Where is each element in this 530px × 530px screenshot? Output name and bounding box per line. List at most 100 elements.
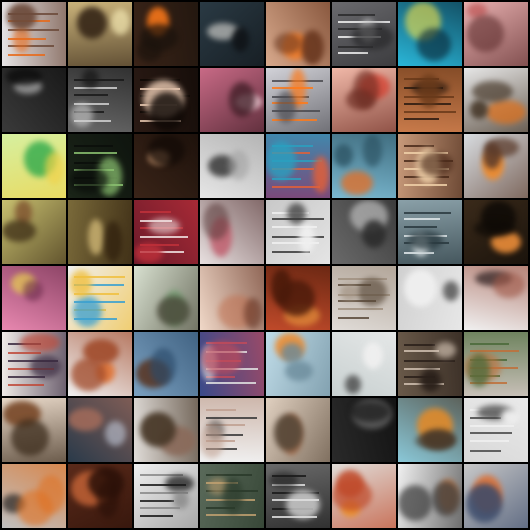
texture-blob <box>77 7 107 39</box>
texture-blob <box>11 419 49 456</box>
texture-blob <box>417 28 451 61</box>
sample-tile <box>266 464 330 528</box>
texture-blob <box>435 342 456 358</box>
sample-tile <box>134 2 198 66</box>
texture-blob <box>7 3 37 30</box>
sample-tile <box>398 200 462 264</box>
texture-blob <box>485 138 519 157</box>
sample-tile <box>398 266 462 330</box>
texture-strip <box>404 226 437 228</box>
sample-tile <box>398 398 462 462</box>
sample-tile <box>464 200 528 264</box>
sample-tile <box>68 398 132 462</box>
texture-blob <box>420 369 441 392</box>
sample-tile <box>398 332 462 396</box>
sample-tile <box>68 2 132 66</box>
sample-tile <box>134 266 198 330</box>
sample-tile <box>2 332 66 396</box>
texture-blob <box>88 219 104 255</box>
sample-tile <box>398 134 462 198</box>
texture-strip <box>140 236 188 238</box>
texture-blob <box>285 361 313 381</box>
texture-blob <box>486 100 526 124</box>
sample-tile <box>332 68 396 132</box>
texture-blob <box>68 408 103 431</box>
texture-strip <box>74 87 117 89</box>
texture-blob <box>299 224 315 253</box>
texture-blob <box>313 156 329 193</box>
sample-tile <box>2 68 66 132</box>
texture-blob <box>363 134 382 167</box>
sample-tile <box>134 134 198 198</box>
texture-blob <box>104 221 122 262</box>
texture-blob <box>70 270 92 297</box>
texture-blob <box>472 81 513 102</box>
texture-blob <box>140 24 178 51</box>
sample-tile <box>266 200 330 264</box>
texture-strip <box>272 186 320 188</box>
texture-strip <box>470 343 509 345</box>
sample-tile <box>398 464 462 528</box>
texture-blob <box>415 433 455 449</box>
texture-strip <box>8 352 41 354</box>
texture-blob <box>278 280 315 316</box>
sample-tile <box>200 398 264 462</box>
texture-blob <box>286 490 320 519</box>
texture-strip <box>404 111 456 113</box>
texture-strip <box>404 344 435 346</box>
texture-blob <box>88 467 124 499</box>
sample-tile <box>68 68 132 132</box>
sample-tile <box>266 134 330 198</box>
sample-tile <box>332 464 396 528</box>
texture-blob <box>148 135 185 166</box>
texture-blob <box>229 82 255 117</box>
texture-blob <box>274 33 301 54</box>
sample-tile <box>134 200 198 264</box>
sample-tile <box>200 200 264 264</box>
texture-strip <box>74 152 117 154</box>
sample-tile <box>332 134 396 198</box>
texture-blob <box>82 69 99 88</box>
sample-tile <box>464 464 528 528</box>
texture-blob <box>276 91 296 123</box>
sample-tile <box>464 134 528 198</box>
texture-strip <box>338 52 368 54</box>
texture-strip <box>470 432 512 434</box>
texture-blob <box>352 24 393 50</box>
texture-blob <box>157 296 190 326</box>
texture-blob <box>404 269 437 307</box>
texture-strip <box>8 54 45 56</box>
texture-blob <box>281 343 303 363</box>
texture-blob <box>474 220 515 237</box>
texture-strip <box>206 417 257 419</box>
sample-tile <box>464 332 528 396</box>
texture-strip <box>272 236 324 238</box>
texture-blob <box>432 481 460 516</box>
texture-blob <box>332 479 372 511</box>
texture-blob <box>398 485 432 521</box>
texture-blob <box>37 475 65 514</box>
texture-strip <box>338 317 369 319</box>
texture-strip <box>74 94 108 96</box>
texture-blob <box>30 355 61 378</box>
texture-strip <box>470 440 509 442</box>
texture-strip <box>140 500 174 502</box>
sample-tile <box>464 2 528 66</box>
sample-tile <box>398 2 462 66</box>
sample-tile <box>2 398 66 462</box>
texture-blob <box>346 89 374 110</box>
texture-strip <box>404 350 439 352</box>
texture-blob <box>274 414 303 451</box>
texture-blob <box>105 421 126 446</box>
texture-strip <box>206 382 256 384</box>
texture-blob <box>148 218 180 234</box>
texture-blob <box>2 220 36 242</box>
texture-blob <box>357 278 387 306</box>
sample-tile <box>68 464 132 528</box>
texture-strip <box>140 507 180 509</box>
sample-tile <box>68 266 132 330</box>
texture-blob <box>13 26 30 53</box>
image-sample-grid <box>2 2 528 528</box>
texture-strip <box>470 450 501 452</box>
sample-tile <box>266 332 330 396</box>
